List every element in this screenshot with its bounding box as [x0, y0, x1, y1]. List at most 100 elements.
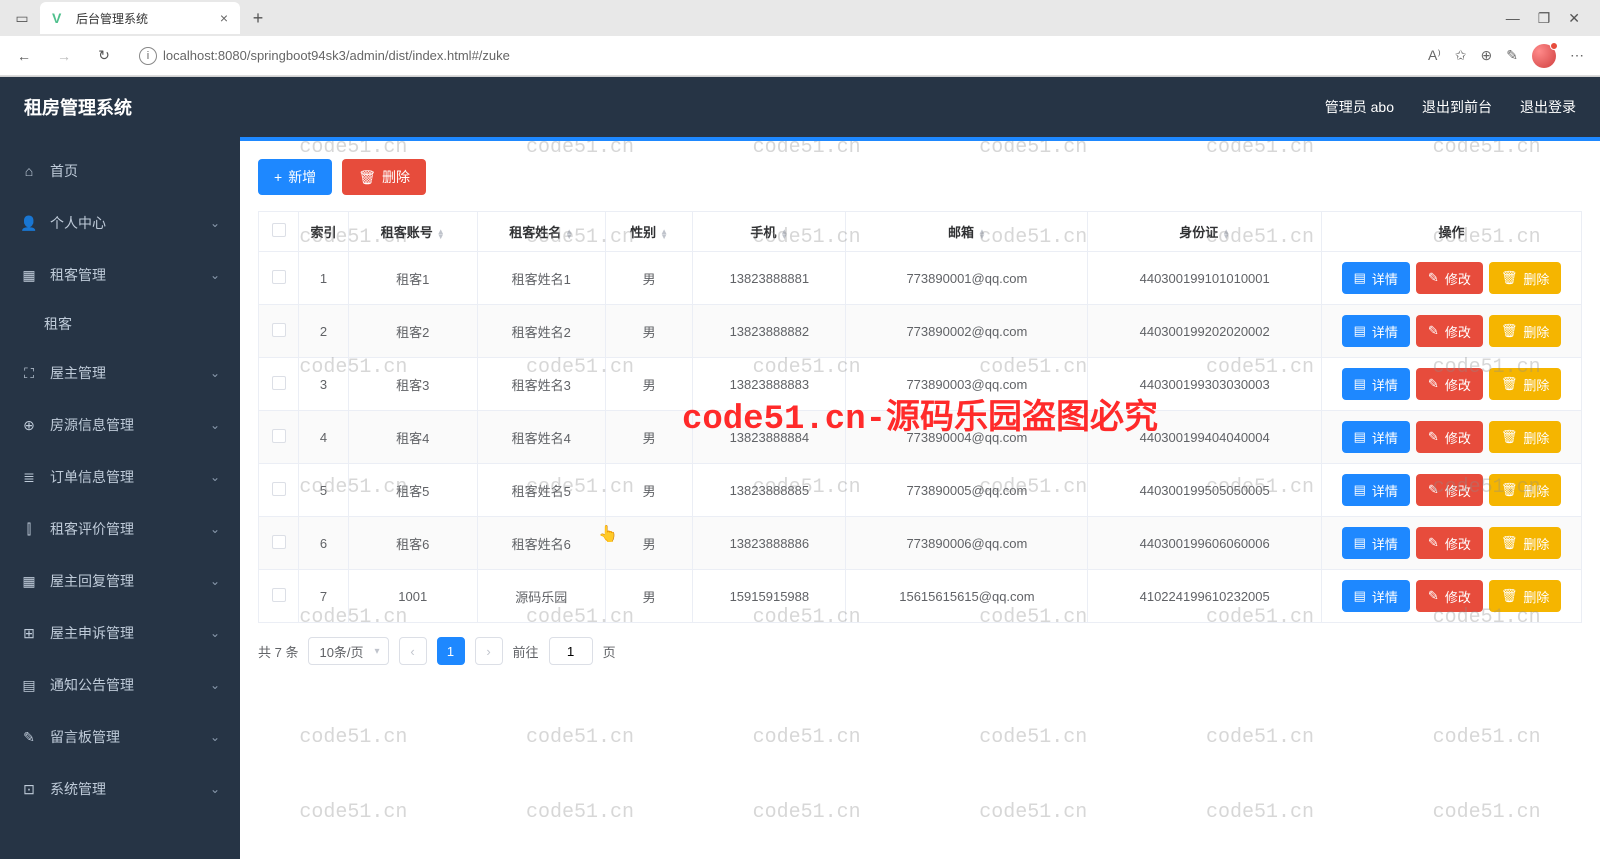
more-icon[interactable]: ⋯	[1570, 47, 1584, 64]
edit-button[interactable]: ✎ 修改	[1416, 368, 1483, 400]
sort-icon[interactable]: ▲▼	[978, 229, 986, 239]
sidebar-item[interactable]: ▦屋主回复管理⌄	[0, 555, 240, 607]
row-checkbox[interactable]	[272, 482, 286, 496]
sort-icon[interactable]: ▲▼	[780, 229, 788, 239]
cell-phone: 13823888881	[693, 252, 846, 305]
sidebar-item-label: 屋主申诉管理	[50, 623, 134, 643]
row-checkbox[interactable]	[272, 270, 286, 284]
edit-button[interactable]: ✎ 修改	[1416, 421, 1483, 453]
sidebar-icon: ⛶	[20, 365, 38, 382]
table-row: 5 租客5 租客姓名5 男 13823888885 773890005@qq.c…	[259, 464, 1582, 517]
edit-button[interactable]: ✎ 修改	[1416, 527, 1483, 559]
row-delete-button[interactable]: 🗑 删除	[1489, 315, 1562, 347]
cell-gender: 男	[606, 252, 693, 305]
row-checkbox[interactable]	[272, 535, 286, 549]
row-delete-button[interactable]: 🗑 删除	[1489, 368, 1562, 400]
col-name[interactable]: 租客姓名▲▼	[477, 212, 606, 252]
sort-icon[interactable]: ▲▼	[660, 229, 668, 239]
cell-account: 租客4	[349, 411, 478, 464]
sidebar-item[interactable]: ⌂首页	[0, 145, 240, 197]
delete-button[interactable]: 🗑 删除	[342, 159, 426, 195]
refresh-button[interactable]: ↻	[88, 40, 120, 72]
chevron-down-icon: ⌄	[210, 730, 220, 744]
prev-page-button[interactable]: ‹	[399, 637, 427, 665]
page-number-button[interactable]: 1	[437, 637, 465, 665]
sidebar-subitem[interactable]: 租客	[0, 301, 240, 347]
col-account[interactable]: 租客账号▲▼	[349, 212, 478, 252]
new-tab-button[interactable]: +	[244, 4, 272, 32]
edit-button[interactable]: ✎ 修改	[1416, 315, 1483, 347]
col-index[interactable]: 索引	[299, 212, 349, 252]
cell-name: 租客姓名3	[477, 358, 606, 411]
row-checkbox[interactable]	[272, 429, 286, 443]
read-aloud-icon[interactable]: A⁾	[1428, 47, 1441, 64]
row-checkbox[interactable]	[272, 323, 286, 337]
admin-label[interactable]: 管理员 abo	[1325, 97, 1394, 117]
detail-button[interactable]: ▤ 详情	[1342, 474, 1410, 506]
minimize-icon[interactable]: —	[1506, 10, 1520, 27]
goto-page-input[interactable]	[549, 637, 593, 665]
detail-button[interactable]: ▤ 详情	[1342, 262, 1410, 294]
col-gender[interactable]: 性别▲▼	[606, 212, 693, 252]
close-tab-icon[interactable]: ×	[220, 10, 228, 26]
url-input[interactable]: i localhost:8080/springboot94sk3/admin/d…	[128, 41, 1412, 71]
cell-gender: 男	[606, 464, 693, 517]
forward-button[interactable]: →	[48, 40, 80, 72]
edit-icon: ✎	[1428, 535, 1439, 551]
row-delete-button[interactable]: 🗑 删除	[1489, 262, 1562, 294]
sidebar-item[interactable]: ✎留言板管理⌄	[0, 711, 240, 763]
sidebar-item[interactable]: ⊡系统管理⌄	[0, 763, 240, 815]
profile-avatar[interactable]	[1532, 44, 1556, 68]
detail-button[interactable]: ▤ 详情	[1342, 580, 1410, 612]
close-window-icon[interactable]: ✕	[1568, 10, 1580, 27]
col-ops: 操作	[1322, 212, 1582, 252]
edit-button[interactable]: ✎ 修改	[1416, 262, 1483, 294]
app-title: 租房管理系统	[24, 94, 132, 120]
page-size-select[interactable]: 10条/页	[308, 637, 388, 665]
detail-button[interactable]: ▤ 详情	[1342, 527, 1410, 559]
tabs-overview-icon[interactable]: ▭	[8, 4, 36, 32]
row-delete-button[interactable]: 🗑 删除	[1489, 527, 1562, 559]
sort-icon[interactable]: ▲▼	[437, 229, 445, 239]
edit-button[interactable]: ✎ 修改	[1416, 580, 1483, 612]
row-delete-button[interactable]: 🗑 删除	[1489, 474, 1562, 506]
sort-icon[interactable]: ▲▼	[565, 229, 573, 239]
sidebar-icon: ▦	[20, 573, 38, 590]
row-checkbox[interactable]	[272, 588, 286, 602]
maximize-icon[interactable]: ❐	[1538, 10, 1551, 27]
row-delete-button[interactable]: 🗑 删除	[1489, 580, 1562, 612]
browser-tab[interactable]: V 后台管理系统 ×	[40, 2, 240, 34]
row-checkbox[interactable]	[272, 376, 286, 390]
detail-button[interactable]: ▤ 详情	[1342, 315, 1410, 347]
logout-link[interactable]: 退出登录	[1520, 97, 1576, 117]
col-phone[interactable]: 手机▲▼	[693, 212, 846, 252]
trash-icon: 🗑	[1501, 588, 1518, 604]
col-email[interactable]: 邮箱▲▼	[846, 212, 1088, 252]
sidebar-item[interactable]: ⫿租客评价管理⌄	[0, 503, 240, 555]
select-all-checkbox[interactable]	[272, 223, 286, 237]
sort-icon[interactable]: ▲▼	[1222, 229, 1230, 239]
detail-button[interactable]: ▤ 详情	[1342, 421, 1410, 453]
favorite-icon[interactable]: ✩	[1455, 47, 1467, 64]
doc-icon: ▤	[1354, 429, 1366, 445]
site-info-icon[interactable]: i	[139, 47, 157, 65]
exit-to-front-link[interactable]: 退出到前台	[1422, 97, 1492, 117]
sidebar-item[interactable]: ⊕房源信息管理⌄	[0, 399, 240, 451]
cell-gender: 男	[606, 305, 693, 358]
sidebar-item[interactable]: ▦租客管理⌄	[0, 249, 240, 301]
sidebar-item[interactable]: ⊞屋主申诉管理⌄	[0, 607, 240, 659]
col-idcard[interactable]: 身份证▲▼	[1088, 212, 1322, 252]
add-button[interactable]: + 新增	[258, 159, 332, 195]
next-page-button[interactable]: ›	[475, 637, 503, 665]
sidebar-item[interactable]: ≣订单信息管理⌄	[0, 451, 240, 503]
reading-list-icon[interactable]: ✎	[1506, 47, 1518, 64]
sidebar-item[interactable]: 👤个人中心⌄	[0, 197, 240, 249]
sidebar-icon: ⫿	[20, 521, 38, 538]
edit-button[interactable]: ✎ 修改	[1416, 474, 1483, 506]
row-delete-button[interactable]: 🗑 删除	[1489, 421, 1562, 453]
sidebar-item[interactable]: ⛶屋主管理⌄	[0, 347, 240, 399]
sidebar-item[interactable]: ▤通知公告管理⌄	[0, 659, 240, 711]
detail-button[interactable]: ▤ 详情	[1342, 368, 1410, 400]
collections-icon[interactable]: ⊕	[1481, 47, 1493, 64]
back-button[interactable]: ←	[8, 40, 40, 72]
